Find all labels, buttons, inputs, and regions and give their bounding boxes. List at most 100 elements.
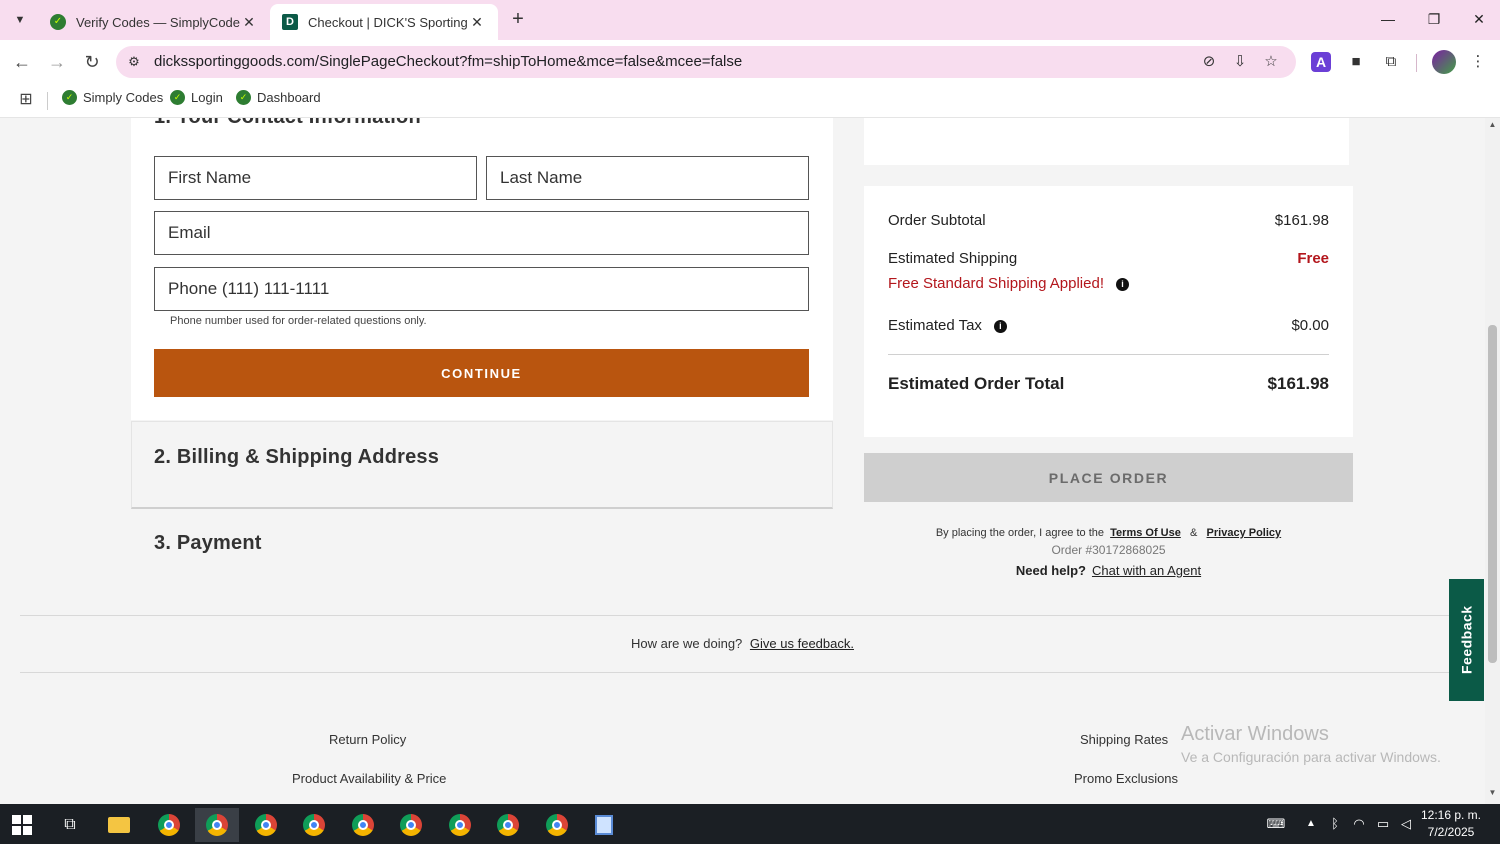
start-button[interactable] [0, 808, 44, 842]
first-name-field[interactable]: First Name [154, 156, 477, 200]
need-help-label: Need help? [1015, 563, 1086, 578]
phone-hint: Phone number used for order-related ques… [170, 315, 427, 327]
tab-search-chevron-icon[interactable]: ▼ [8, 8, 32, 32]
phone-field[interactable]: Phone (111) 111-1111 [154, 267, 809, 311]
email-field[interactable]: Email [154, 211, 809, 255]
scroll-thumb[interactable] [1488, 325, 1497, 663]
eye-off-icon[interactable]: ⊘ [1198, 52, 1220, 72]
bookmark-login[interactable]: ✓ Login [170, 90, 223, 105]
summary-divider [888, 354, 1329, 355]
billing-heading: 2. Billing & Shipping Address [154, 446, 440, 468]
info-icon[interactable]: i [1115, 277, 1129, 291]
bookmark-simply-codes[interactable]: ✓ Simply Codes [62, 90, 163, 105]
close-tab-icon[interactable]: ✕ [240, 14, 258, 31]
tax-label: Estimated Tax [888, 317, 982, 334]
divider [20, 615, 1465, 616]
subtotal-row: Order Subtotal $161.98 [888, 212, 1329, 229]
url-text: dickssportinggoods.com/SinglePageCheckou… [154, 53, 743, 70]
bookmark-label: Dashboard [257, 90, 321, 105]
file-explorer-button[interactable] [97, 808, 141, 842]
tab-verify-codes[interactable]: ✓ Verify Codes — SimplyCodes ✕ [38, 4, 270, 40]
back-arrow-icon[interactable]: ← [8, 48, 36, 76]
feedback-question: How are we doing? [631, 636, 743, 651]
battery-icon[interactable]: ▭ [1372, 804, 1394, 844]
privacy-policy-link[interactable]: Privacy Policy [1207, 527, 1282, 539]
tab-checkout[interactable]: D Checkout | DICK'S Sporting Goods ✕ [270, 4, 498, 40]
reload-icon[interactable]: ↻ [78, 48, 106, 76]
place-order-button[interactable]: PLACE ORDER [864, 453, 1353, 502]
order-number: Order #30172868025 [1051, 543, 1166, 557]
profile-avatar[interactable] [1432, 50, 1456, 74]
product-availability-link[interactable]: Product Availability & Price [292, 771, 446, 786]
shipping-value: Free [1297, 250, 1329, 267]
simplycodes-icon: ✓ [50, 14, 66, 30]
tray-overflow-chevron-icon[interactable]: ▲ [1302, 804, 1320, 844]
site-settings-icon[interactable]: ⚙ [124, 52, 144, 72]
taskbar-chrome-3[interactable] [244, 808, 288, 842]
taskbar-notes-app[interactable] [582, 808, 626, 842]
taskbar-chrome-7[interactable] [438, 808, 482, 842]
taskbar-chrome-4[interactable] [292, 808, 336, 842]
scroll-up-arrow-icon[interactable]: ▲ [1485, 120, 1500, 134]
billing-shipping-section[interactable]: 2. Billing & Shipping Address [131, 421, 833, 509]
taskbar-chrome-5[interactable] [341, 808, 385, 842]
tab-title: Verify Codes — SimplyCodes [76, 14, 240, 30]
need-help: Need help? Chat with an Agent [864, 563, 1353, 578]
browser-toolbar: ← → ↻ ⚙ dickssportinggoods.com/SinglePag… [0, 40, 1500, 84]
total-label: Estimated Order Total [888, 374, 1065, 393]
bookmark-dashboard[interactable]: ✓ Dashboard [236, 90, 321, 105]
windows-activation-title: Activar Windows [1181, 723, 1329, 745]
return-policy-link[interactable]: Return Policy [329, 732, 406, 747]
new-tab-plus-icon[interactable]: + [506, 8, 530, 32]
taskbar-chrome-1[interactable] [147, 808, 191, 842]
install-app-icon[interactable]: ⇩ [1229, 52, 1251, 72]
last-name-field[interactable]: Last Name [486, 156, 809, 200]
menu-kebab-icon[interactable]: ⋮ [1467, 51, 1489, 73]
extensions-puzzle-icon[interactable]: ⧉ [1380, 51, 1402, 73]
task-view-icon: ⧉ [64, 816, 76, 833]
continue-button[interactable]: CONTINUE [154, 349, 809, 397]
windows-logo-icon [12, 815, 32, 835]
extension-a-icon[interactable]: A [1311, 52, 1331, 72]
bookmark-star-icon[interactable]: ☆ [1260, 52, 1282, 72]
info-icon[interactable]: i [993, 319, 1007, 333]
minimize-icon[interactable]: — [1365, 0, 1411, 40]
taskbar-chrome-9[interactable] [535, 808, 579, 842]
taskbar-chrome-6[interactable] [389, 808, 433, 842]
volume-muted-icon[interactable]: ◁ [1395, 804, 1417, 844]
order-summary: Order Subtotal $161.98 Estimated Shippin… [864, 186, 1353, 437]
simplycodes-icon: ✓ [62, 90, 77, 105]
close-window-icon[interactable]: ✕ [1456, 0, 1500, 40]
shipping-rates-link[interactable]: Shipping Rates [1080, 732, 1168, 747]
wifi-icon[interactable]: ◠ [1348, 804, 1370, 844]
bluetooth-icon[interactable]: ᛒ [1326, 804, 1344, 844]
windows-taskbar: ⧉ ⌨ ▲ ᛒ ◠ ▭ ◁ 12:16 p. m. 7/2/2025 [0, 804, 1500, 844]
shipping-row: Estimated Shipping Free [888, 250, 1329, 267]
chat-agent-link[interactable]: Chat with an Agent [1092, 563, 1201, 578]
taskbar-chrome-2[interactable] [195, 808, 239, 842]
address-bar[interactable]: ⚙ dickssportinggoods.com/SinglePageCheck… [116, 46, 1296, 78]
chrome-icon [255, 814, 277, 836]
forward-arrow-icon[interactable]: → [43, 48, 71, 76]
terms-of-use-link[interactable]: Terms Of Use [1110, 527, 1181, 539]
taskbar-chrome-8[interactable] [486, 808, 530, 842]
close-tab-icon[interactable]: ✕ [468, 14, 486, 31]
scroll-down-arrow-icon[interactable]: ▼ [1485, 788, 1500, 802]
promo-exclusions-link[interactable]: Promo Exclusions [1074, 771, 1178, 786]
tab-title: Checkout | DICK'S Sporting Goods [308, 14, 468, 30]
total-value: $161.98 [1267, 374, 1329, 393]
restore-icon[interactable]: ❐ [1411, 0, 1457, 40]
taskbar-clock[interactable]: 12:16 p. m. 7/2/2025 [1418, 807, 1484, 841]
page-scrollbar[interactable]: ▲ ▼ [1485, 118, 1500, 804]
payment-heading: 3. Payment [154, 532, 262, 554]
apps-grid-icon[interactable]: ⊞ [16, 90, 36, 110]
keyboard-icon[interactable]: ⌨ [1262, 804, 1290, 844]
give-feedback-link[interactable]: Give us feedback. [750, 636, 854, 651]
order-items-panel [864, 118, 1349, 165]
task-view-button[interactable]: ⧉ [48, 808, 92, 842]
extension-bot-icon[interactable]: ■ [1345, 51, 1367, 73]
chrome-icon [400, 814, 422, 836]
feedback-side-tab[interactable]: Feedback [1449, 579, 1484, 701]
bookmarks-divider [47, 92, 48, 110]
chrome-icon [303, 814, 325, 836]
